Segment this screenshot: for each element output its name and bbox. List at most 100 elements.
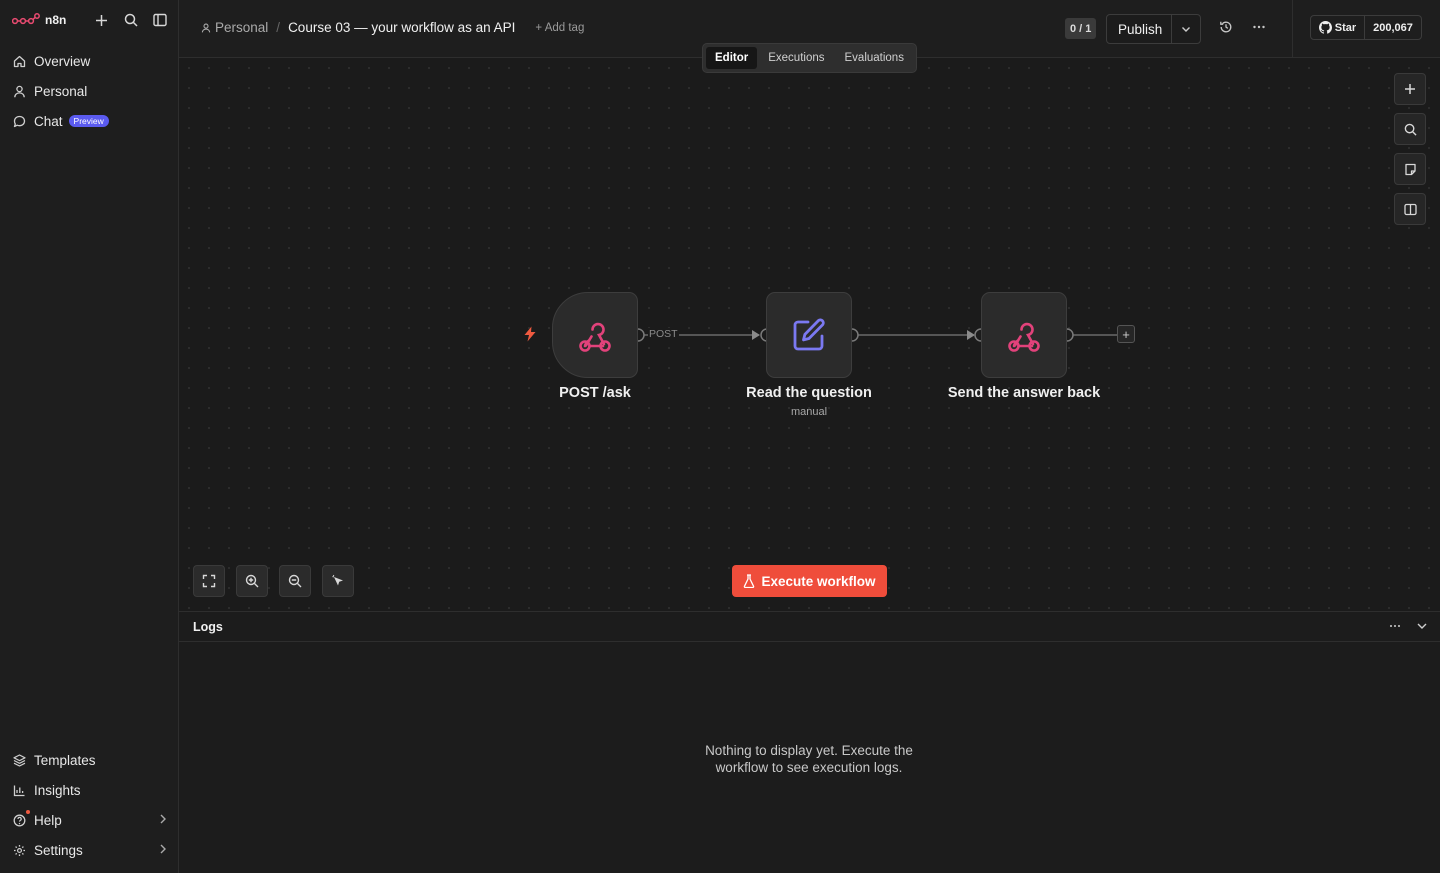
github-star-label: Star — [1334, 21, 1357, 34]
logs-empty-message: Nothing to display yet. Execute the work… — [705, 743, 913, 775]
sidebar-item-chat[interactable]: Chat Preview — [0, 106, 179, 136]
search-nodes-button[interactable] — [1394, 113, 1426, 145]
logs-panel: Logs Nothing to display yet. Execute the… — [179, 611, 1440, 873]
chevron-down-icon — [1181, 26, 1191, 33]
github-star-count: 200,067 — [1373, 21, 1413, 34]
search-icon — [1404, 123, 1417, 136]
publish-split-button: Publish — [1106, 14, 1201, 44]
workflow-canvas[interactable]: POST POST /ask Read the question manual — [179, 58, 1440, 611]
more-options-icon[interactable] — [1252, 22, 1266, 32]
sidebar-bottom-nav: Templates Insights Help Settings — [0, 745, 179, 865]
fit-view-icon — [202, 574, 216, 588]
node-post-ask[interactable] — [552, 292, 638, 378]
n8n-logo[interactable]: n8n — [12, 13, 66, 27]
publish-dropdown-button[interactable] — [1172, 15, 1200, 43]
sidebar-top: n8n — [12, 10, 172, 30]
insights-icon — [12, 783, 26, 797]
tab-editor[interactable]: Editor — [706, 47, 758, 69]
search-icon[interactable] — [122, 10, 139, 30]
sidebar: n8n Overview Personal Chat Preview Templ… — [0, 0, 179, 873]
workflow-name[interactable]: Course 03 — your workflow as an API — [288, 20, 515, 35]
connection-read-to-send — [858, 330, 975, 340]
more-options-icon[interactable] — [1388, 618, 1402, 634]
sidebar-item-label: Personal — [34, 83, 88, 99]
logs-header[interactable]: Logs — [179, 612, 1440, 642]
node-send-the-answer-back[interactable] — [981, 292, 1067, 378]
breadcrumb-project-label: Personal — [215, 20, 269, 35]
zoom-out-button[interactable] — [279, 565, 311, 597]
view-tabs: Editor Executions Evaluations — [702, 43, 917, 73]
panel-toggle-icon[interactable] — [151, 10, 168, 30]
fit-view-button[interactable] — [193, 565, 225, 597]
sidebar-item-personal[interactable]: Personal — [0, 76, 179, 106]
add-node-button[interactable]: + — [1117, 325, 1135, 343]
node-label: POST /ask — [559, 385, 631, 401]
user-icon — [201, 23, 211, 33]
chat-icon — [12, 114, 26, 128]
version-badge[interactable]: 0 / 1 — [1065, 18, 1097, 39]
canvas-right-toolbar — [1394, 73, 1426, 225]
n8n-logo-icon — [12, 13, 40, 25]
flask-icon — [743, 574, 755, 588]
connection-label: POST — [648, 328, 679, 340]
user-icon — [12, 84, 26, 98]
chevron-right-icon — [159, 843, 167, 855]
help-icon — [12, 813, 26, 827]
edit-icon — [790, 316, 828, 354]
trigger-bolt-icon — [523, 326, 537, 342]
webhook-icon — [1004, 315, 1044, 355]
sidebar-item-label: Overview — [34, 53, 91, 69]
breadcrumb-separator: / — [276, 20, 281, 35]
chevron-down-icon[interactable] — [1416, 618, 1428, 634]
templates-icon — [12, 753, 26, 767]
breadcrumb-project[interactable]: Personal — [201, 20, 268, 35]
github-icon — [1318, 21, 1332, 34]
sidebar-item-help[interactable]: Help — [0, 805, 179, 835]
sidebar-item-label: Templates — [34, 752, 96, 768]
tab-executions[interactable]: Executions — [759, 47, 833, 69]
zoom-in-button[interactable] — [236, 565, 268, 597]
publish-button[interactable]: Publish — [1107, 15, 1172, 43]
webhook-icon — [575, 315, 615, 355]
plus-icon: + — [1122, 326, 1130, 342]
plus-icon — [1404, 83, 1416, 95]
execute-workflow-button[interactable]: Execute workflow — [732, 565, 887, 597]
logo-text: n8n — [45, 13, 67, 27]
home-icon — [12, 54, 26, 68]
node-label: Read the question — [746, 385, 872, 401]
gear-icon — [12, 843, 26, 857]
tidy-up-button[interactable] — [322, 565, 354, 597]
sidebar-item-label: Help — [34, 812, 62, 828]
sidebar-item-label: Insights — [34, 782, 81, 798]
node-read-the-question[interactable] — [766, 292, 852, 378]
tidy-up-icon — [331, 574, 346, 589]
header-divider — [1292, 0, 1293, 58]
tab-evaluations[interactable]: Evaluations — [836, 47, 913, 69]
history-icon[interactable] — [1219, 20, 1233, 34]
add-tag-link[interactable]: + Add tag — [535, 22, 584, 34]
sidebar-item-label: Chat — [34, 113, 63, 129]
toggle-panel-button[interactable] — [1394, 193, 1426, 225]
zoom-out-icon — [288, 574, 302, 588]
help-notification-dot — [26, 810, 30, 814]
sidebar-item-templates[interactable]: Templates — [0, 745, 179, 775]
execute-workflow-label: Execute workflow — [761, 573, 876, 589]
preview-badge: Preview — [68, 115, 109, 127]
logs-title: Logs — [193, 619, 223, 634]
sidebar-item-insights[interactable]: Insights — [0, 775, 179, 805]
github-star[interactable]: Star — [1311, 16, 1365, 39]
add-sticky-note-button[interactable] — [1394, 153, 1426, 185]
canvas-zoom-toolbar — [193, 565, 354, 597]
add-node-panel-button[interactable] — [1394, 73, 1426, 105]
breadcrumb: Personal / Course 03 — your workflow as … — [201, 20, 584, 35]
github-star-button[interactable]: Star 200,067 — [1310, 15, 1422, 40]
sticky-note-icon — [1404, 163, 1417, 176]
sidebar-item-label: Settings — [34, 842, 83, 858]
zoom-in-icon — [245, 574, 259, 588]
sidebar-item-settings[interactable]: Settings — [0, 835, 179, 865]
sidebar-main-nav: Overview Personal Chat Preview — [0, 46, 179, 136]
sidebar-item-overview[interactable]: Overview — [0, 46, 179, 76]
plus-icon[interactable] — [93, 10, 110, 30]
node-sublabel: manual — [790, 406, 828, 418]
chevron-right-icon — [159, 813, 167, 825]
